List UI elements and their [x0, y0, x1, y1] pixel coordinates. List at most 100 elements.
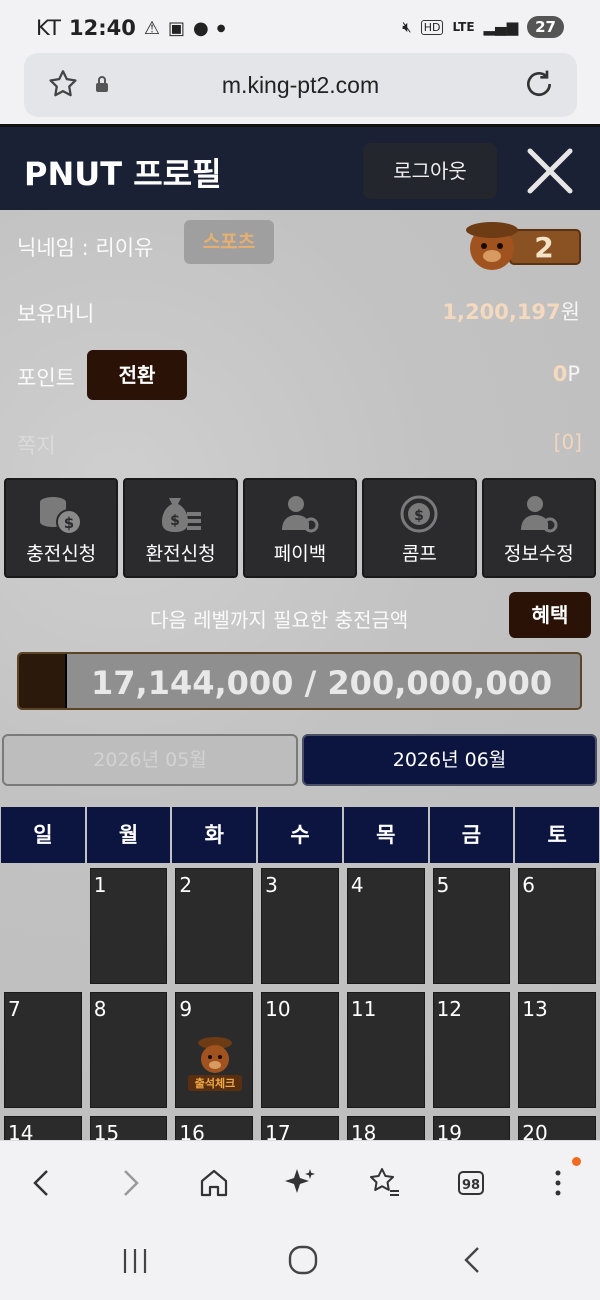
weekday-sun: 일 [1, 807, 85, 863]
calendar-day-cell[interactable]: 7 [4, 992, 82, 1108]
weekday-sat: 토 [515, 807, 600, 863]
calendar-day-number: 7 [8, 997, 21, 1021]
weekday-fri: 금 [429, 807, 514, 863]
calendar-day-cell[interactable]: 11 [346, 992, 425, 1108]
weekday-tue: 화 [172, 807, 257, 863]
svg-text:$: $ [170, 513, 180, 529]
logout-button[interactable]: 로그아웃 [363, 143, 497, 199]
calendar-day-number: 11 [350, 997, 377, 1021]
svg-text:$: $ [415, 508, 425, 524]
convert-button[interactable]: 전환 [87, 350, 187, 400]
calendar-day-cell[interactable]: 20 [518, 1116, 596, 1140]
warning-icon: ⚠ [143, 17, 160, 39]
tabs-icon[interactable]: 98 [455, 1166, 487, 1198]
calendar-day-cell[interactable]: 9 출석체크 [175, 992, 254, 1108]
calendar-day-number: 15 [93, 1121, 120, 1140]
calendar-day-cell[interactable]: 17 [261, 1116, 339, 1140]
weekday-mon: 월 [86, 807, 171, 863]
tabs-count: 98 [462, 1178, 480, 1193]
action-label: 충전신청 [26, 543, 97, 565]
home-icon[interactable] [196, 1165, 232, 1201]
close-icon[interactable] [524, 145, 576, 197]
profile-panel: 닉네임 : 리이유 스포츠 2 보유머니 1,200,197원 포인트 전환 0… [0, 210, 600, 1140]
prev-month-tab[interactable]: 2026년 05월 [2, 734, 298, 786]
coins-icon: $ [40, 497, 83, 535]
talk-icon: ● [192, 17, 209, 39]
system-nav-bar [0, 1226, 600, 1300]
calendar-day-cell[interactable]: 6 [518, 868, 596, 984]
user-gear-icon [282, 496, 319, 533]
payback-button[interactable]: 페이백 [242, 478, 358, 578]
calendar-day-cell[interactable]: 10 [261, 992, 339, 1108]
next-level-caption: 다음 레벨까지 필요한 충전금액 [150, 608, 409, 632]
withdraw-request-button[interactable]: $ 환전신청 [123, 478, 238, 578]
back-icon[interactable] [24, 1165, 60, 1201]
calendar-day-cell[interactable]: 8 [89, 992, 168, 1108]
calendar-day-cell[interactable]: 14 [4, 1116, 82, 1140]
calendar-day-cell[interactable]: 1 [89, 868, 168, 984]
progress-fill [19, 654, 68, 708]
page-title: PNUT 프로필 [24, 155, 222, 193]
notification-dot [572, 1157, 581, 1166]
calendar-day-cell[interactable]: 3 [261, 868, 339, 984]
point-amount: 0 [552, 362, 568, 386]
comp-button[interactable]: $ 콤프 [362, 478, 477, 578]
reload-icon[interactable] [523, 68, 555, 100]
calendar-day-cell[interactable]: 16 [175, 1116, 254, 1140]
address-bar[interactable]: m.king-pt2.com [24, 53, 577, 117]
calendar-grid: 1 2 3 4 5 6 7 8 9 출석체크 10 11 12 13 14 15 16 17 18 19 20 [4, 868, 596, 1140]
calendar-day-number: 2 [179, 873, 193, 897]
action-label: 페이백 [273, 543, 327, 565]
action-label: 콤프 [401, 543, 437, 565]
mute-icon: 🔇︎ [402, 18, 412, 36]
point-unit: P [567, 362, 580, 386]
calendar-day-number: 17 [265, 1121, 291, 1140]
deposit-request-button[interactable]: $ 충전신청 [4, 478, 119, 578]
calendar-day-cell[interactable]: 13 [518, 992, 596, 1108]
calendar-day-number: 4 [350, 873, 364, 897]
edit-profile-button[interactable]: 정보수정 [481, 478, 597, 578]
action-label: 정보수정 [503, 543, 574, 565]
action-label: 환전신청 [145, 543, 216, 565]
money-unit: 원 [560, 300, 580, 324]
calendar-empty-cell [4, 868, 82, 984]
level-progress-bar: 17,144,000 / 200,000,000 [17, 652, 582, 710]
nickname-label: 닉네임 : 리이유 [17, 236, 154, 260]
home-nav-icon[interactable] [285, 1242, 321, 1278]
calendar-day-cell[interactable]: 5 [432, 868, 511, 984]
screenshot-icon: ▣ [167, 17, 185, 39]
sparkle-icon[interactable] [282, 1165, 318, 1201]
calendar-day-cell[interactable]: 2 [175, 868, 254, 984]
weekday-wed: 수 [258, 807, 342, 863]
clock: 12:40 [68, 16, 136, 40]
url-text[interactable]: m.king-pt2.com [24, 72, 577, 99]
point-label: 포인트 [17, 366, 75, 390]
bookmarks-icon[interactable] [366, 1165, 402, 1201]
back-nav-icon[interactable] [456, 1242, 490, 1278]
calendar-day-cell[interactable]: 18 [346, 1116, 425, 1140]
calendar-day-number: 1 [93, 873, 107, 897]
more-menu-icon[interactable] [540, 1165, 576, 1201]
benefit-button[interactable]: 혜택 [509, 592, 591, 638]
carrier-label: KT [36, 16, 61, 40]
calendar-day-cell[interactable]: 4 [346, 868, 425, 984]
message-count[interactable]: [0] [554, 430, 582, 454]
battery-indicator: 27 [527, 16, 564, 38]
signal-icon: ▂▄▆ [483, 18, 519, 36]
calendar-day-cell[interactable]: 12 [432, 992, 511, 1108]
calendar-day-number: 19 [436, 1121, 463, 1140]
calendar-day-cell[interactable]: 19 [432, 1116, 511, 1140]
money-bag-icon: $ [161, 498, 201, 532]
network-label: LTE [452, 20, 475, 34]
profile-header: PNUT 프로필 로그아웃 [0, 124, 600, 210]
user-gear-icon [520, 496, 558, 533]
calendar-day-number: 8 [93, 997, 107, 1021]
calendar-day-cell[interactable]: 15 [89, 1116, 168, 1140]
point-value: 0P [553, 362, 580, 386]
calendar-day-number: 9 [179, 997, 193, 1021]
current-month-tab[interactable]: 2026년 06월 [302, 734, 597, 786]
coin-refresh-icon: $ [400, 495, 438, 533]
forward-icon[interactable] [112, 1165, 148, 1201]
recent-apps-icon[interactable] [118, 1244, 152, 1278]
calendar-day-number: 18 [350, 1121, 377, 1140]
